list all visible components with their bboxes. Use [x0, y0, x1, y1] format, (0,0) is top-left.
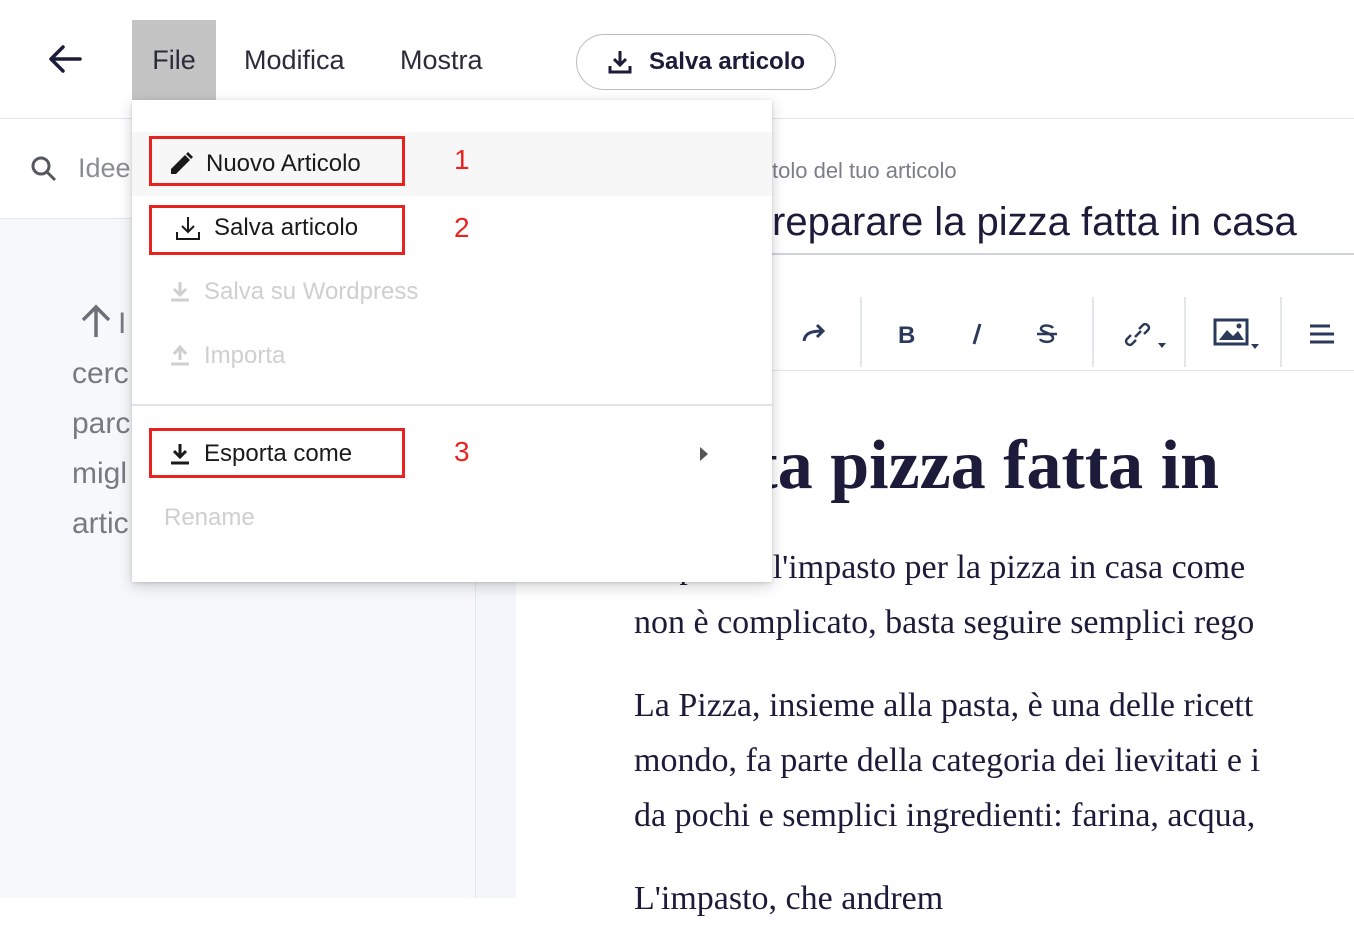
toolbar-divider — [860, 297, 862, 367]
link-icon — [1124, 322, 1166, 348]
redo-icon — [802, 323, 826, 342]
formatting-toolbar: B — [772, 297, 1354, 371]
menu-item-import: Importa — [132, 324, 772, 388]
bold-icon: B — [898, 322, 915, 346]
download-icon — [171, 282, 189, 302]
italic-icon — [972, 323, 982, 345]
save-article-button[interactable]: Salva articolo — [576, 34, 836, 90]
annotation-number: 3 — [454, 436, 470, 467]
annotation-box — [149, 205, 405, 255]
title-underline — [772, 253, 1354, 255]
italic-button[interactable] — [957, 297, 997, 371]
annotation-number: 1 — [454, 144, 470, 175]
title-input[interactable]: reparare la pizza fatta in casa — [772, 200, 1297, 245]
image-button[interactable] — [1207, 297, 1267, 371]
image-icon — [1213, 318, 1259, 349]
download-icon — [608, 51, 632, 74]
annotation-box — [149, 428, 405, 478]
search-placeholder: Idee — [78, 153, 131, 183]
menu-file[interactable]: File — [132, 20, 216, 100]
paragraph: L'impasto, che andrem — [634, 880, 944, 917]
title-label: tolo del tuo articolo — [772, 158, 957, 183]
strikethrough-button[interactable] — [1027, 297, 1067, 371]
arrow-left-icon — [49, 45, 82, 73]
bold-button[interactable]: B — [887, 297, 927, 371]
toolbar-divider — [1184, 297, 1186, 367]
annotation-box — [149, 136, 405, 186]
menu-item-rename: Rename — [164, 504, 255, 531]
search-icon — [31, 156, 57, 181]
arrow-up-icon — [81, 304, 111, 337]
menu-divider — [132, 404, 772, 406]
toolbar-divider — [1092, 297, 1094, 367]
annotation-number: 2 — [454, 212, 470, 243]
redo-button[interactable] — [792, 297, 838, 371]
menu-edit[interactable]: Modifica — [224, 20, 365, 100]
align-left-icon — [1310, 324, 1334, 344]
upload-icon — [171, 344, 189, 366]
toolbar-divider — [1280, 297, 1282, 367]
link-button[interactable] — [1117, 297, 1171, 371]
svg-text:B: B — [898, 322, 915, 346]
strikethrough-icon — [1037, 324, 1057, 344]
back-button[interactable] — [40, 36, 90, 82]
menu-view[interactable]: Mostra — [380, 20, 503, 100]
align-button[interactable] — [1302, 297, 1342, 371]
article-heading: etta pizza fatta in — [700, 427, 1220, 504]
menu-item-save-wordpress: Salva su Wordpress — [132, 260, 772, 324]
paragraph: La Pizza, insieme alla pasta, è una dell… — [634, 687, 1260, 834]
article-body: Preparare l'impasto per la pizza in casa… — [634, 540, 1354, 926]
chevron-right-icon — [700, 447, 708, 461]
